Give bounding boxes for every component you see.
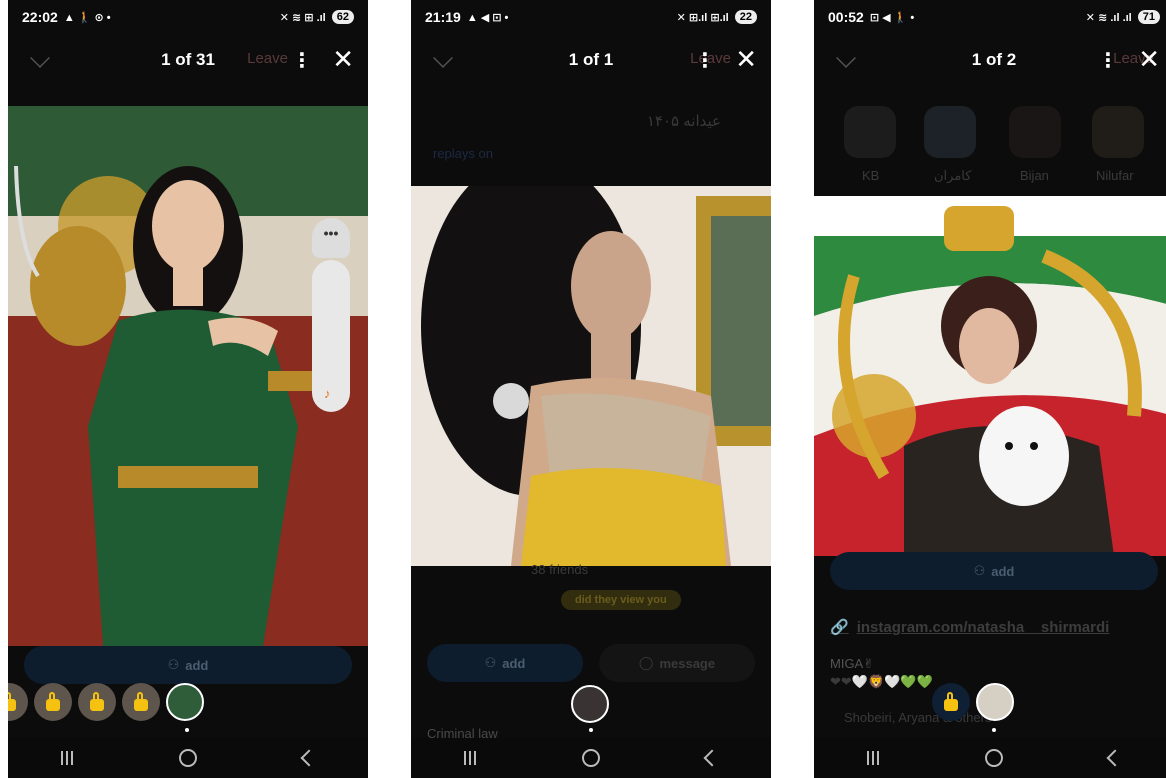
current-story-thumb[interactable] (166, 683, 204, 721)
add-friend-button[interactable]: ⚇ add (24, 646, 352, 684)
friend-name: Nilufar (1096, 168, 1134, 183)
story-media[interactable] (814, 196, 1166, 556)
story-top-bar: Leave 1 of 2 ⋮ ✕ (814, 42, 1166, 78)
friend-avatar[interactable] (924, 106, 976, 158)
back-icon[interactable] (300, 749, 318, 767)
story-counter: 1 of 1 (568, 50, 614, 69)
bg-arabic-title: عیدانه ۱۴۰۵ (646, 113, 721, 130)
home-icon[interactable] (179, 749, 197, 767)
bg-friends-text: 38 friends (531, 562, 589, 577)
friend-avatar[interactable] (844, 106, 896, 158)
friend-name: KB (862, 168, 880, 183)
home-icon[interactable] (582, 749, 600, 767)
message-label: message (659, 655, 716, 671)
add-person-icon: ⚇ (973, 563, 986, 578)
more-options-icon[interactable]: ⋮ (292, 48, 312, 73)
status-icons-left: ▲ ◀ ⊡ • (466, 11, 509, 24)
reaction-slider[interactable]: ♪ (312, 260, 350, 412)
story-image-woman-yellow-dress (411, 186, 771, 566)
status-icons-right: ✕ ≋ ⊞ .ıl (279, 11, 326, 24)
story-thumbnail-row (8, 683, 204, 721)
status-icons-left: ▲ 🚶 ⊙ • (63, 11, 111, 24)
lock-icon (90, 691, 104, 711)
recents-icon[interactable] (61, 751, 73, 765)
close-icon[interactable]: ✕ (1138, 44, 1160, 75)
chat-bubble-icon: ◯ (638, 655, 654, 670)
android-nav-bar (8, 738, 368, 778)
current-indicator-dot (589, 728, 593, 732)
story-media[interactable] (411, 186, 771, 566)
phone-screen-1: 22:02 ▲ 🚶 ⊙ • ✕ ≋ ⊞ .ıl 62 Leave 1 of 31… (8, 0, 368, 778)
locked-story-thumb[interactable] (932, 683, 970, 721)
phone-screen-3: 00:52 ⊡ ◀ 🚶 • ✕ ≋ .ıl .ıl 71 Leave 1 of … (814, 0, 1166, 778)
bio-line-1: MIGA✌ (830, 656, 875, 671)
story-thumbnail-row (932, 683, 1014, 721)
status-time: 21:19 (425, 9, 461, 25)
close-icon[interactable]: ✕ (735, 44, 757, 75)
friend-name: Bijan (1020, 168, 1049, 183)
more-reactions-icon[interactable]: ••• (312, 218, 350, 258)
story-thumbnail-row (571, 685, 609, 723)
add-friend-button[interactable]: ⚇ add (427, 644, 583, 682)
status-time: 00:52 (828, 9, 864, 25)
battery-badge: 62 (331, 10, 354, 24)
add-person-icon: ⚇ (484, 655, 497, 670)
battery-badge: 22 (734, 10, 757, 24)
lock-icon (944, 691, 958, 711)
back-icon[interactable] (1106, 749, 1124, 767)
close-icon[interactable]: ✕ (332, 44, 354, 75)
bg-link: replays on (433, 146, 493, 161)
status-icons-left: ⊡ ◀ 🚶 • (869, 11, 915, 24)
story-top-bar: Leave 1 of 31 ⋮ ✕ (8, 42, 368, 78)
current-indicator-dot (185, 728, 189, 732)
add-friend-button[interactable]: ⚇ add (830, 552, 1158, 590)
current-indicator-dot (992, 728, 996, 732)
friend-avatar[interactable] (1092, 106, 1144, 158)
android-nav-bar (814, 738, 1166, 778)
back-icon[interactable] (703, 749, 721, 767)
more-options-icon[interactable]: ⋮ (695, 48, 715, 73)
phone-screen-2: 21:19 ▲ ◀ ⊡ • ✕ ⊞.ıl ⊞.ıl 22 Leave 1 of … (411, 0, 771, 778)
message-button[interactable]: ◯ message (599, 644, 755, 682)
recents-icon[interactable] (867, 751, 879, 765)
add-label: add (502, 655, 526, 671)
side-reaction-panel: ••• ♪ (312, 218, 350, 412)
lock-icon (46, 691, 60, 711)
status-bar: 00:52 ⊡ ◀ 🚶 • ✕ ≋ .ıl .ıl 71 (814, 0, 1166, 34)
locked-story-thumb[interactable] (34, 683, 72, 721)
story-top-bar: Leave 1 of 1 ⋮ ✕ (411, 42, 771, 78)
friends-row: KB کامران Bijan Nilufar (814, 106, 1166, 196)
home-icon[interactable] (985, 749, 1003, 767)
earbuds-icon: ♪ (324, 386, 331, 401)
friend-name: کامران (934, 168, 972, 183)
lock-icon (134, 691, 148, 711)
battery-badge: 71 (1137, 10, 1160, 24)
current-story-thumb[interactable] (571, 685, 609, 723)
status-icons-right: ✕ ≋ .ıl .ıl (1085, 11, 1132, 24)
profile-link[interactable]: 🔗 instagram.com/natasha__shirmardi (830, 618, 1109, 636)
story-image-woman-with-dog (814, 196, 1166, 556)
locked-story-thumb[interactable] (8, 683, 28, 721)
lock-icon (8, 691, 16, 711)
add-person-icon: ⚇ (167, 657, 180, 672)
status-bar: 21:19 ▲ ◀ ⊡ • ✕ ⊞.ıl ⊞.ıl 22 (411, 0, 771, 34)
add-label: add (991, 563, 1015, 579)
link-text: instagram.com/natasha__shirmardi (856, 619, 1110, 636)
status-time: 22:02 (22, 9, 58, 25)
status-icons-right: ✕ ⊞.ıl ⊞.ıl (676, 11, 729, 24)
did-they-view-pill[interactable]: did they view you (561, 590, 681, 610)
status-bar: 22:02 ▲ 🚶 ⊙ • ✕ ≋ ⊞ .ıl 62 (8, 0, 368, 34)
recents-icon[interactable] (464, 751, 476, 765)
link-icon: 🔗 (830, 619, 849, 636)
more-options-icon[interactable]: ⋮ (1098, 48, 1118, 73)
locked-story-thumb[interactable] (78, 683, 116, 721)
add-label: add (185, 657, 209, 673)
current-story-thumb[interactable] (976, 683, 1014, 721)
locked-story-thumb[interactable] (122, 683, 160, 721)
android-nav-bar (411, 738, 771, 778)
bio-line-2: ❤❤🤍🦁🤍💚💚 (830, 674, 933, 689)
friend-avatar[interactable] (1009, 106, 1061, 158)
story-counter: 1 of 31 (161, 50, 215, 69)
